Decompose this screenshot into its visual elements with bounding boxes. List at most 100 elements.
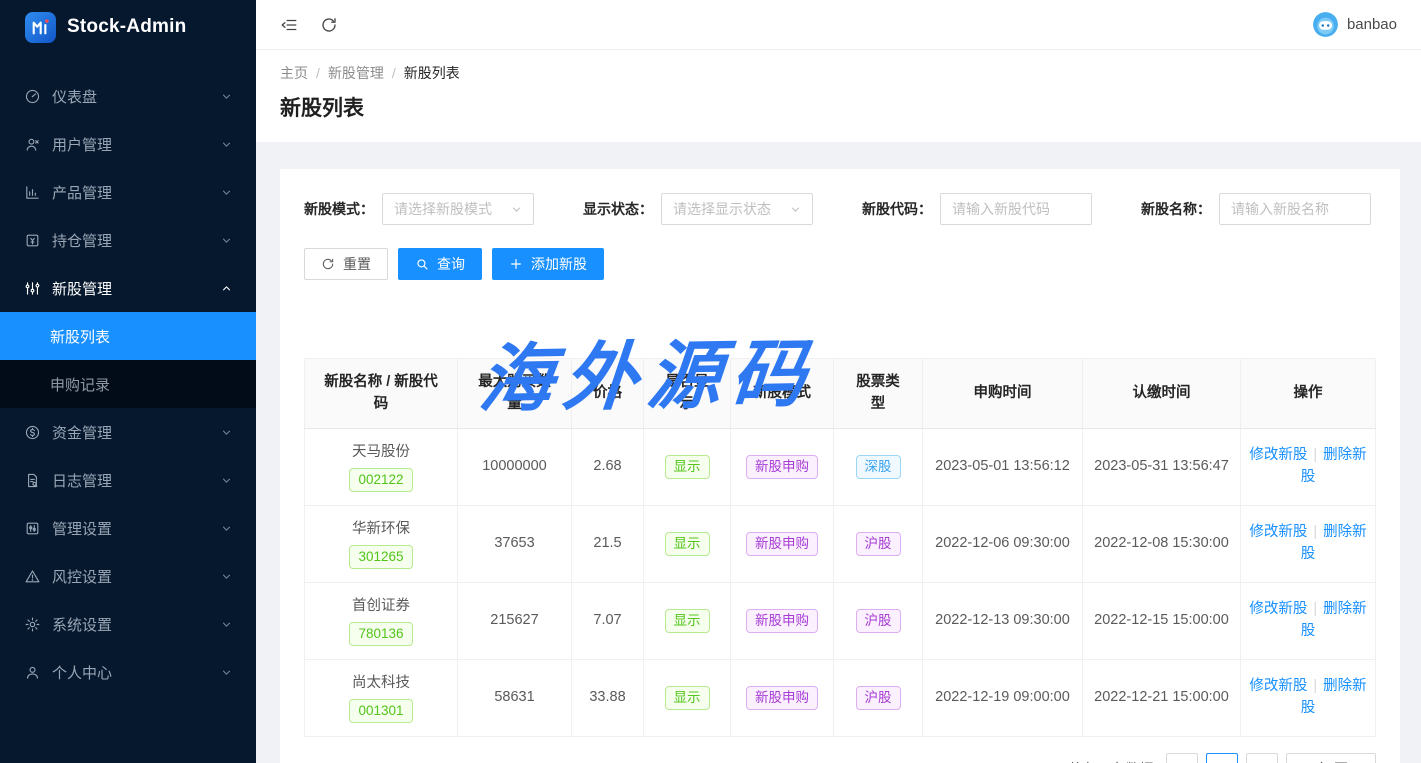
- sidebar-item[interactable]: 管理设置: [0, 504, 256, 552]
- delete-stock-link[interactable]: 删除新股: [1301, 678, 1367, 716]
- cell-name-code: 天马股份002122: [305, 428, 458, 505]
- mode-badge: 新股申购: [746, 686, 818, 710]
- add-stock-button-label: 添加新股: [531, 254, 587, 274]
- user-menu[interactable]: banbao: [1313, 12, 1397, 37]
- sidebar-item[interactable]: 系统设置: [0, 600, 256, 648]
- prev-page-button[interactable]: [1166, 753, 1198, 763]
- sidebar-item[interactable]: 风控设置: [0, 552, 256, 600]
- username: banbao: [1347, 16, 1397, 33]
- sidebar: Stock-Admin 仪表盘用户管理产品管理持仓管理新股管理新股列表申购记录资…: [0, 0, 256, 763]
- mode-badge: 新股申购: [746, 609, 818, 633]
- mode-select[interactable]: 请选择新股模式: [382, 193, 534, 225]
- col-header-apply-time: 申购时间: [923, 359, 1083, 429]
- plus-icon: [509, 257, 523, 271]
- cell-pay-time: 2023-05-31 13:56:47: [1083, 428, 1241, 505]
- sidebar-item-label: 仪表盘: [52, 86, 221, 107]
- edit-stock-link[interactable]: 修改新股: [1249, 524, 1307, 540]
- display-badge: 显示: [665, 532, 710, 556]
- cell-apply-time: 2022-12-06 09:30:00: [923, 505, 1083, 582]
- sidebar-item-label: 用户管理: [52, 134, 221, 155]
- delete-stock-link[interactable]: 删除新股: [1301, 524, 1367, 562]
- sidebar-item[interactable]: 持仓管理: [0, 216, 256, 264]
- app-title: Stock-Admin: [67, 16, 186, 38]
- col-header-type: 股票类型: [834, 359, 923, 429]
- sidebar-item[interactable]: 产品管理: [0, 168, 256, 216]
- sidebar-menu: 仪表盘用户管理产品管理持仓管理新股管理新股列表申购记录资金管理日志管理管理设置风…: [0, 72, 256, 696]
- col-header-max-qty: 最大购买数量: [458, 359, 572, 429]
- cell-actions: 修改新股 |删除新股: [1241, 428, 1376, 505]
- chevron-down-icon: [221, 667, 232, 678]
- icon-warning: [24, 568, 41, 585]
- sidebar-subitem[interactable]: 新股列表: [0, 312, 256, 360]
- content-card: 新股模式： 请选择新股模式 显示状态： 请选择显示状态: [280, 169, 1400, 763]
- breadcrumb: 主页/新股管理/新股列表: [280, 63, 1397, 83]
- chevron-down-icon: [221, 91, 232, 102]
- query-button[interactable]: 查询: [398, 248, 482, 280]
- sidebar-subitem[interactable]: 申购记录: [0, 360, 256, 408]
- cell-name-code: 首创证券780136: [305, 582, 458, 659]
- cell-name-code: 华新环保301265: [305, 505, 458, 582]
- col-header-name-code: 新股名称 / 新股代码: [305, 359, 458, 429]
- table-row: 首创证券7801362156277.07显示新股申购沪股2022-12-13 0…: [305, 582, 1376, 659]
- icon-levels: [24, 280, 41, 297]
- add-stock-button[interactable]: 添加新股: [492, 248, 604, 280]
- table-row: 尚太科技0013015863133.88显示新股申购沪股2022-12-19 0…: [305, 659, 1376, 736]
- col-header-display: 是否显示: [644, 359, 731, 429]
- delete-stock-link[interactable]: 删除新股: [1301, 447, 1367, 485]
- sidebar-item-label: 个人中心: [52, 662, 221, 683]
- refresh-icon[interactable]: [320, 16, 338, 34]
- chevron-up-icon: [221, 283, 232, 294]
- display-badge: 显示: [665, 609, 710, 633]
- icon-sliders: [24, 520, 41, 537]
- chevron-down-icon: [221, 619, 232, 630]
- edit-stock-link[interactable]: 修改新股: [1249, 601, 1307, 617]
- col-header-actions: 操作: [1241, 359, 1376, 429]
- cell-actions: 修改新股|删除新股: [1241, 582, 1376, 659]
- stock-type-badge: 沪股: [856, 532, 901, 556]
- sidebar-item[interactable]: 仪表盘: [0, 72, 256, 120]
- edit-stock-link[interactable]: 修改新股: [1249, 678, 1307, 694]
- page-number-button[interactable]: 1: [1206, 753, 1238, 763]
- page-header: 主页/新股管理/新股列表 新股列表: [256, 50, 1421, 142]
- toolbar: 重置 查询 添加新股: [304, 248, 1376, 280]
- sidebar-item-label: 新股管理: [52, 278, 221, 299]
- menu-fold-icon[interactable]: [280, 16, 298, 34]
- stock-name-input[interactable]: [1219, 193, 1371, 225]
- cell-mode: 新股申购: [731, 505, 834, 582]
- stock-code-badge: 301265: [349, 545, 412, 569]
- chevron-down-icon: [790, 204, 801, 215]
- icon-users: [24, 136, 41, 153]
- sidebar-item[interactable]: 个人中心: [0, 648, 256, 696]
- sidebar-item[interactable]: 用户管理: [0, 120, 256, 168]
- col-header-mode: 新股模式: [731, 359, 834, 429]
- cell-display: 显示: [644, 582, 731, 659]
- cell-name-code: 尚太科技001301: [305, 659, 458, 736]
- main-area: banbao 主页/新股管理/新股列表 新股列表 新股模式： 请选择新股模式: [256, 0, 1421, 763]
- breadcrumb-item[interactable]: 主页: [280, 63, 308, 83]
- sidebar-item[interactable]: 新股管理: [0, 264, 256, 312]
- filter-code: 新股代码：: [862, 193, 1092, 225]
- action-separator: |: [1313, 447, 1317, 463]
- delete-stock-link[interactable]: 删除新股: [1301, 601, 1367, 639]
- sidebar-submenu: 新股列表申购记录: [0, 312, 256, 408]
- cell-price: 21.5: [572, 505, 644, 582]
- chevron-down-icon: [511, 204, 522, 215]
- app-logo[interactable]: Stock-Admin: [0, 0, 256, 48]
- page-size-select[interactable]: 10 条/页: [1286, 753, 1376, 763]
- sidebar-item-label: 资金管理: [52, 422, 221, 443]
- status-select[interactable]: 请选择显示状态: [661, 193, 813, 225]
- sidebar-item[interactable]: 资金管理: [0, 408, 256, 456]
- display-badge: 显示: [665, 455, 710, 479]
- page-size-value: 10 条/页: [1297, 759, 1348, 763]
- breadcrumb-item[interactable]: 新股管理: [328, 63, 384, 83]
- stock-code-input[interactable]: [940, 193, 1092, 225]
- cell-mode: 新股申购: [731, 428, 834, 505]
- avatar: [1313, 12, 1338, 37]
- reset-button[interactable]: 重置: [304, 248, 388, 280]
- next-page-button[interactable]: [1246, 753, 1278, 763]
- cell-mode: 新股申购: [731, 659, 834, 736]
- edit-stock-link[interactable]: 修改新股: [1249, 447, 1307, 463]
- reset-button-label: 重置: [343, 254, 371, 274]
- content-area: 新股模式： 请选择新股模式 显示状态： 请选择显示状态: [256, 142, 1421, 763]
- sidebar-item[interactable]: 日志管理: [0, 456, 256, 504]
